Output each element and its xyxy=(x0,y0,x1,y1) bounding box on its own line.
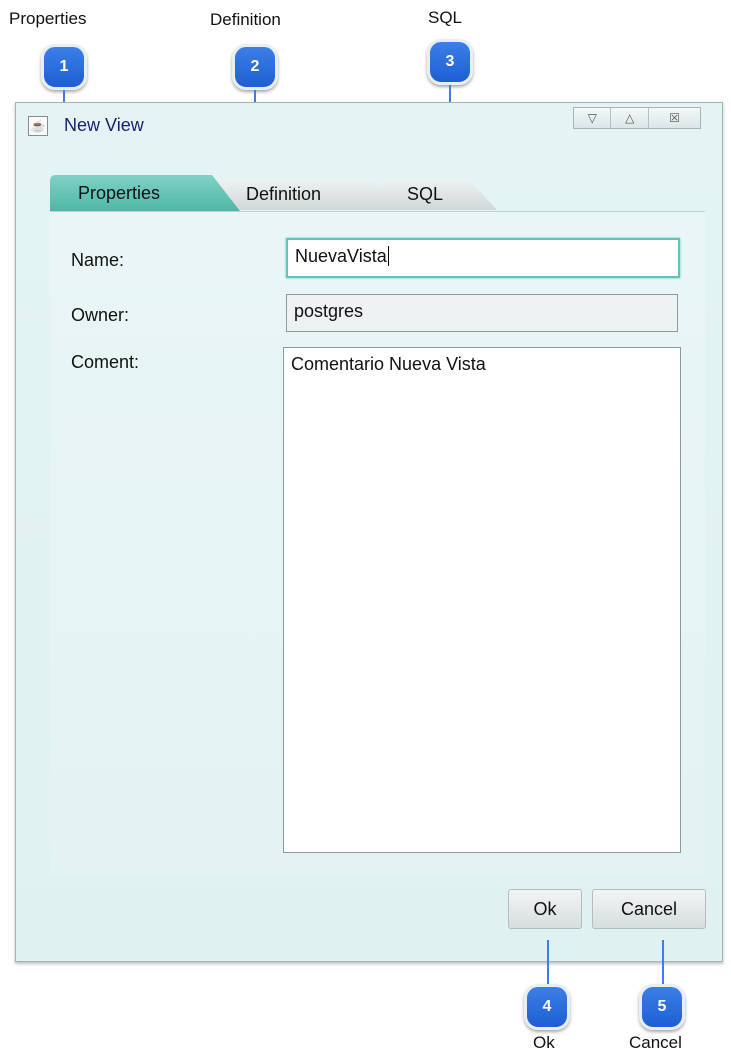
annotation-badge-2: 2 xyxy=(232,44,278,90)
close-icon[interactable]: ☒ xyxy=(649,108,700,128)
owner-label: Owner: xyxy=(71,305,130,325)
minimize-icon[interactable]: ▽ xyxy=(574,108,612,128)
tab-properties-label: Properties xyxy=(78,182,161,203)
annotation-label-ok: Ok xyxy=(533,1033,555,1052)
cancel-button[interactable]: Cancel xyxy=(592,889,706,929)
tab-sql-label: SQL xyxy=(407,184,444,204)
annotation-label-cancel: Cancel xyxy=(629,1033,682,1052)
tab-sql[interactable]: SQL xyxy=(379,179,497,210)
name-label: Name: xyxy=(71,250,125,270)
ok-button[interactable]: Ok xyxy=(508,889,582,929)
owner-value: postgres xyxy=(294,301,364,321)
tab-properties[interactable]: Properties xyxy=(50,175,240,211)
name-value: NuevaVista xyxy=(295,246,387,266)
properties-panel: Name: NuevaVista Owner: postgres Coment:… xyxy=(50,211,705,874)
annotation-badge-1: 1 xyxy=(41,44,87,90)
tab-definition-label: Definition xyxy=(246,184,322,204)
callout-line-4 xyxy=(547,940,549,988)
annotation-label-definition: Definition xyxy=(210,10,281,29)
annotation-badge-4: 4 xyxy=(524,984,570,1030)
comment-label: Coment: xyxy=(71,352,140,372)
window-title: New View xyxy=(64,115,144,135)
owner-field[interactable]: postgres xyxy=(286,294,678,332)
comment-value: Comentario Nueva Vista xyxy=(291,354,486,374)
comment-textarea[interactable]: Comentario Nueva Vista xyxy=(283,347,681,853)
annotation-badge-5: 5 xyxy=(639,984,685,1030)
tab-definition[interactable]: Definition xyxy=(219,179,399,210)
new-view-dialog: ☕ New View ▽ △ ☒ SQL Definition Properti… xyxy=(15,102,723,962)
callout-line-5 xyxy=(662,940,664,988)
maximize-icon[interactable]: △ xyxy=(611,108,649,128)
java-app-icon: ☕ xyxy=(28,116,48,136)
window-controls: ▽ △ ☒ xyxy=(573,107,701,129)
annotation-label-sql: SQL xyxy=(428,8,463,27)
text-caret xyxy=(387,246,389,266)
annotation-label-properties: Properties xyxy=(9,9,87,28)
annotation-badge-3: 3 xyxy=(427,39,473,85)
name-field[interactable]: NuevaVista xyxy=(286,238,680,278)
